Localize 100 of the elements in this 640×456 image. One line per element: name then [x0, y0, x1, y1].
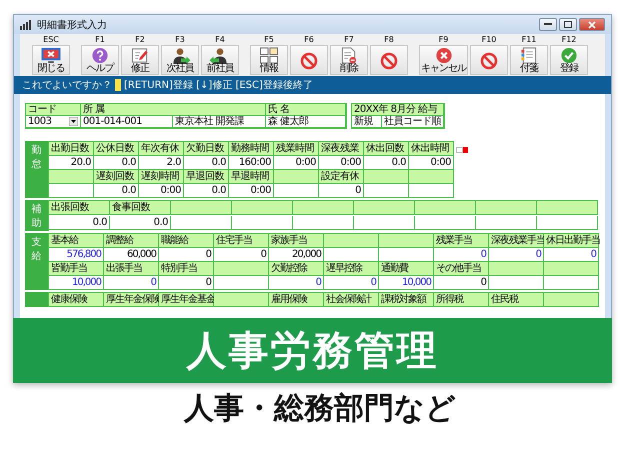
prohibited-icon — [300, 52, 318, 70]
column-header: 遅早控除 — [324, 262, 379, 276]
table-cell — [214, 262, 269, 276]
dropdown-icon — [69, 117, 78, 126]
column-header: 社会保険計 — [324, 293, 379, 307]
period-title: 20XX年 8月分 給与 — [352, 104, 444, 116]
close-button[interactable] — [579, 18, 605, 31]
toolbar-button[interactable]: 情報 — [250, 45, 288, 75]
column-header: 所得税 — [434, 293, 489, 307]
column-header: 健康保険 — [49, 293, 104, 307]
table-cell: 0 — [544, 248, 599, 262]
column-header: 基本給 — [49, 234, 104, 248]
key-label: F2 — [135, 35, 145, 45]
flag-icon — [456, 147, 468, 153]
minimize-icon — [544, 23, 552, 26]
table-cell: 60,000 — [104, 248, 159, 262]
table-cell: 0.0 — [364, 156, 409, 170]
toolbar-button[interactable]: 閉じる — [32, 45, 70, 75]
column-header: 職能給 — [159, 234, 214, 248]
table-cell — [274, 170, 319, 184]
column-header: 公休日数 — [94, 142, 139, 156]
toolbar-button[interactable] — [370, 45, 408, 75]
caption: 人事・総務部門など — [182, 390, 457, 428]
minimize-button[interactable] — [539, 18, 557, 31]
table-cell: 0 — [214, 248, 269, 262]
toolbar-button[interactable]: 前社員 — [201, 45, 239, 75]
toolbar-button[interactable]: 修正 — [121, 45, 159, 75]
table-cell: 新規 — [352, 116, 382, 128]
table-cell — [409, 184, 454, 198]
table-cell: 0.0 — [94, 184, 139, 198]
table-cell: 0 — [319, 184, 364, 198]
prohibited-icon — [480, 52, 498, 70]
column-header: 深夜残業 — [319, 142, 364, 156]
table-cell: 0:00 — [319, 156, 364, 170]
close-icon — [588, 20, 596, 28]
maximize-icon — [564, 21, 572, 28]
table-cell: 2.0 — [139, 156, 184, 170]
table-cell — [537, 216, 598, 230]
toolbar-button[interactable]: 登録 — [550, 45, 588, 75]
toolbar-button[interactable]: 次社員 — [161, 45, 199, 75]
column-header: 通勤費 — [379, 262, 434, 276]
key-label: F3 — [175, 35, 185, 45]
column-header: その他手当 — [434, 262, 489, 276]
help-icon — [91, 47, 109, 64]
table-cell — [232, 216, 293, 230]
table-cell — [293, 216, 354, 230]
table-cell — [476, 216, 537, 230]
table-cell: 0 — [104, 276, 159, 290]
table-cell: 0:00 — [139, 184, 184, 198]
table-cell: 0 — [159, 248, 214, 262]
table-cell: 0.0 — [49, 216, 110, 230]
table-cell — [171, 216, 232, 230]
column-header: 調整給 — [104, 234, 159, 248]
table-cell — [409, 170, 454, 184]
toolbar-button[interactable] — [290, 45, 328, 75]
table-cell — [354, 216, 415, 230]
prompt-text: これでよいですか？ — [22, 79, 112, 92]
column-header: 課税対象額 — [379, 293, 434, 307]
layout-icon — [259, 47, 279, 64]
column-header: 欠勤日数 — [184, 142, 229, 156]
column-header: 遅刻回数 — [94, 170, 139, 184]
check-icon — [560, 47, 578, 64]
document-delete-icon — [340, 47, 358, 64]
table-cell: 0.0 — [184, 184, 229, 198]
key-label: F5 — [264, 35, 274, 45]
window-title: 明細書形式入力 — [37, 18, 107, 32]
maximize-button[interactable] — [559, 18, 577, 31]
cancel-icon — [434, 47, 452, 64]
key-hint: [RETURN]登録 [↓]修正 [ESC]登録後終了 — [124, 79, 313, 92]
table-cell: 0 — [269, 276, 324, 290]
prohibited-icon — [380, 52, 398, 70]
column-header: 住民税 — [489, 293, 544, 307]
table-cell: 0 — [489, 248, 544, 262]
table-cell — [544, 262, 599, 276]
table-cell: 0 — [159, 276, 214, 290]
column-header: 出張回数 — [49, 201, 110, 215]
toolbar-button[interactable]: ヘルプ — [81, 45, 119, 75]
column-header: 勤務時間 — [229, 142, 274, 156]
table-cell: 0:00 — [229, 184, 274, 198]
toolbar-button[interactable]: 削除 — [330, 45, 368, 75]
section-label — [25, 292, 48, 307]
column-header: 残業時間 — [274, 142, 319, 156]
toolbar-button[interactable]: 付箋 — [510, 45, 548, 75]
key-label: F12 — [562, 35, 576, 45]
pencil-icon — [131, 47, 149, 64]
column-header: 住宅手当 — [214, 234, 269, 248]
column-header: 設定有休 — [319, 170, 364, 184]
toolbar-button[interactable]: キャンセル — [419, 45, 468, 75]
key-label: F9 — [438, 35, 448, 45]
notebook-icon — [520, 47, 538, 64]
column-header: 休出時間 — [409, 142, 454, 156]
column-header: 雇用保険 — [269, 293, 324, 307]
column-header: コード — [26, 104, 81, 116]
table-cell: 001-014-001 — [81, 116, 173, 128]
toolbar-button[interactable] — [470, 45, 508, 75]
code-dropdown[interactable]: 1003 — [26, 116, 81, 128]
table-cell: 0:00 — [274, 156, 319, 170]
table-cell — [489, 262, 544, 276]
bar-chart-icon — [20, 20, 32, 30]
banner: 人事労務管理 — [13, 318, 612, 383]
